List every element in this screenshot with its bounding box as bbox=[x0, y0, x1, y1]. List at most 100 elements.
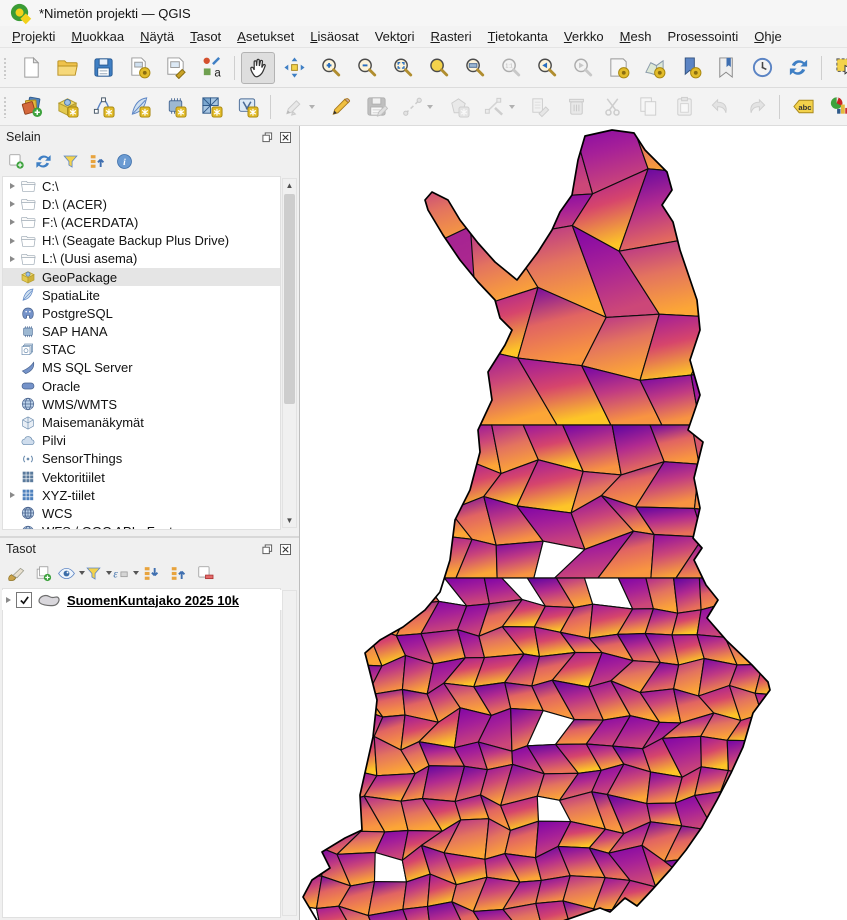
browser-item-l-uusi-asema[interactable]: L:\ (Uusi asema) bbox=[3, 250, 280, 268]
layer-diagrams-button[interactable] bbox=[822, 91, 847, 123]
delete-selected-button[interactable] bbox=[559, 91, 593, 123]
save-layer-edits-button[interactable] bbox=[359, 91, 393, 123]
expander-icon[interactable] bbox=[6, 256, 18, 262]
layout-manager-button[interactable] bbox=[158, 52, 192, 84]
new-map-view-button[interactable] bbox=[601, 52, 635, 84]
browser-item-maiseman-kym-t[interactable]: Maisemanäkymät bbox=[3, 413, 280, 431]
browser-item-sensorthings[interactable]: SensorThings bbox=[3, 450, 280, 468]
show-bookmarks-button[interactable] bbox=[709, 52, 743, 84]
menu-lis-osat[interactable]: Lisäosat bbox=[302, 28, 366, 45]
menu-asetukset[interactable]: Asetukset bbox=[229, 28, 302, 45]
browser-item-wfs-ogc-api-features[interactable]: WFS / OGC API - Features bbox=[3, 523, 280, 530]
zoom-next-button[interactable] bbox=[565, 52, 599, 84]
temporal-controller-button[interactable] bbox=[745, 52, 779, 84]
browser-item-oracle[interactable]: Oracle bbox=[3, 377, 280, 395]
expander-icon[interactable] bbox=[6, 201, 18, 207]
new-spatialite-layer-button[interactable] bbox=[122, 91, 156, 123]
expander-icon[interactable] bbox=[2, 597, 14, 603]
add-polygon-feature-button[interactable] bbox=[441, 91, 475, 123]
browser-item-wms-wmts[interactable]: WMS/WMTS bbox=[3, 395, 280, 413]
modify-attributes-button[interactable] bbox=[523, 91, 557, 123]
new-mesh-layer-button[interactable] bbox=[194, 91, 228, 123]
menu-ohje[interactable]: Ohje bbox=[746, 28, 789, 45]
select-features-button[interactable] bbox=[828, 52, 847, 84]
browser-item-d-acer[interactable]: D:\ (ACER) bbox=[3, 195, 280, 213]
refresh-button[interactable] bbox=[781, 52, 815, 84]
expander-icon[interactable] bbox=[6, 183, 18, 189]
pan-to-selection-button[interactable] bbox=[277, 52, 311, 84]
menu-prosessointi[interactable]: Prosessointi bbox=[659, 28, 746, 45]
collapse-browser-button[interactable] bbox=[84, 149, 111, 173]
redo-button[interactable] bbox=[739, 91, 773, 123]
layer-row[interactable]: SuomenKuntajako 2025 10k bbox=[2, 590, 293, 610]
toolbar-grip[interactable] bbox=[3, 57, 8, 79]
zoom-in-button[interactable] bbox=[313, 52, 347, 84]
browser-properties-button[interactable]: i bbox=[111, 149, 138, 173]
new-spatial-bookmark-button[interactable] bbox=[673, 52, 707, 84]
menu-rasteri[interactable]: Rasteri bbox=[422, 28, 479, 45]
browser-item-h-seagate-backup-plus-drive[interactable]: H:\ (Seagate Backup Plus Drive) bbox=[3, 232, 280, 250]
close-panel-icon[interactable] bbox=[278, 542, 293, 556]
new-project-button[interactable] bbox=[14, 52, 48, 84]
expander-icon[interactable] bbox=[6, 238, 18, 244]
new-geopackage-layer-button[interactable] bbox=[50, 91, 84, 123]
close-panel-icon[interactable] bbox=[278, 130, 293, 144]
new-scratch-layer-button[interactable] bbox=[158, 91, 192, 123]
layer-labeling-button[interactable]: abc bbox=[786, 91, 820, 123]
refresh-browser-button[interactable] bbox=[30, 149, 57, 173]
undo-button[interactable] bbox=[703, 91, 737, 123]
layers-scrollbar[interactable] bbox=[282, 590, 297, 916]
manage-map-themes-button[interactable] bbox=[57, 561, 84, 585]
browser-item-stac[interactable]: STAC bbox=[3, 341, 280, 359]
pan-map-button[interactable] bbox=[241, 52, 275, 84]
layer-visibility-checkbox[interactable] bbox=[16, 592, 32, 608]
browser-item-pilvi[interactable]: Pilvi bbox=[3, 432, 280, 450]
browser-item-xyz-tiilet[interactable]: XYZ-tiilet bbox=[3, 486, 280, 504]
save-project-button[interactable] bbox=[86, 52, 120, 84]
vertex-tool-button[interactable] bbox=[477, 91, 521, 123]
data-source-manager-button[interactable] bbox=[14, 91, 48, 123]
menu-tietokanta[interactable]: Tietokanta bbox=[480, 28, 556, 45]
digitize-with-segment-button[interactable] bbox=[395, 91, 439, 123]
menu-mesh[interactable]: Mesh bbox=[612, 28, 660, 45]
collapse-all-button[interactable] bbox=[165, 561, 192, 585]
open-project-button[interactable] bbox=[50, 52, 84, 84]
menu-projekti[interactable]: Projekti bbox=[4, 28, 63, 45]
menu-verkko[interactable]: Verkko bbox=[556, 28, 612, 45]
finland-municipalities-map[interactable] bbox=[300, 126, 847, 920]
remove-layer-button[interactable] bbox=[192, 561, 219, 585]
expander-icon[interactable] bbox=[6, 219, 18, 225]
float-panel-icon[interactable] bbox=[260, 130, 275, 144]
add-group-button[interactable] bbox=[30, 561, 57, 585]
browser-item-ms-sql-server[interactable]: MS SQL Server bbox=[3, 359, 280, 377]
browser-item-vektoritiilet[interactable]: Vektoritiilet bbox=[3, 468, 280, 486]
expander-icon[interactable] bbox=[6, 492, 18, 498]
float-panel-icon[interactable] bbox=[260, 542, 275, 556]
filter-by-expression-button[interactable]: ε bbox=[111, 561, 138, 585]
browser-item-postgresql[interactable]: PostgreSQL bbox=[3, 304, 280, 322]
toolbar-grip[interactable] bbox=[3, 96, 8, 118]
filter-browser-button[interactable] bbox=[57, 149, 84, 173]
add-selected-layers-button[interactable] bbox=[3, 149, 30, 173]
filter-legend-button[interactable] bbox=[84, 561, 111, 585]
zoom-last-button[interactable] bbox=[529, 52, 563, 84]
menu-vektori[interactable]: Vektori bbox=[367, 28, 423, 45]
browser-item-wcs[interactable]: WCS bbox=[3, 504, 280, 522]
map-canvas[interactable] bbox=[300, 126, 847, 920]
menu-n-yt-[interactable]: Näytä bbox=[132, 28, 182, 45]
paste-features-button[interactable] bbox=[667, 91, 701, 123]
browser-item-f-acerdata[interactable]: F:\ (ACERDATA) bbox=[3, 213, 280, 231]
zoom-full-button[interactable] bbox=[385, 52, 419, 84]
zoom-to-selection-button[interactable] bbox=[421, 52, 455, 84]
copy-features-button[interactable] bbox=[631, 91, 665, 123]
style-manager-button[interactable]: a bbox=[194, 52, 228, 84]
zoom-native-button[interactable]: 1:1 bbox=[493, 52, 527, 84]
current-edits-button[interactable] bbox=[277, 91, 321, 123]
new-shapefile-layer-button[interactable] bbox=[86, 91, 120, 123]
open-layer-styling-button[interactable] bbox=[3, 561, 30, 585]
menu-tasot[interactable]: Tasot bbox=[182, 28, 229, 45]
layer-name[interactable]: SuomenKuntajako 2025 10k bbox=[67, 593, 239, 608]
cut-features-button[interactable] bbox=[595, 91, 629, 123]
new-print-layout-button[interactable] bbox=[122, 52, 156, 84]
menu-muokkaa[interactable]: Muokkaa bbox=[63, 28, 132, 45]
